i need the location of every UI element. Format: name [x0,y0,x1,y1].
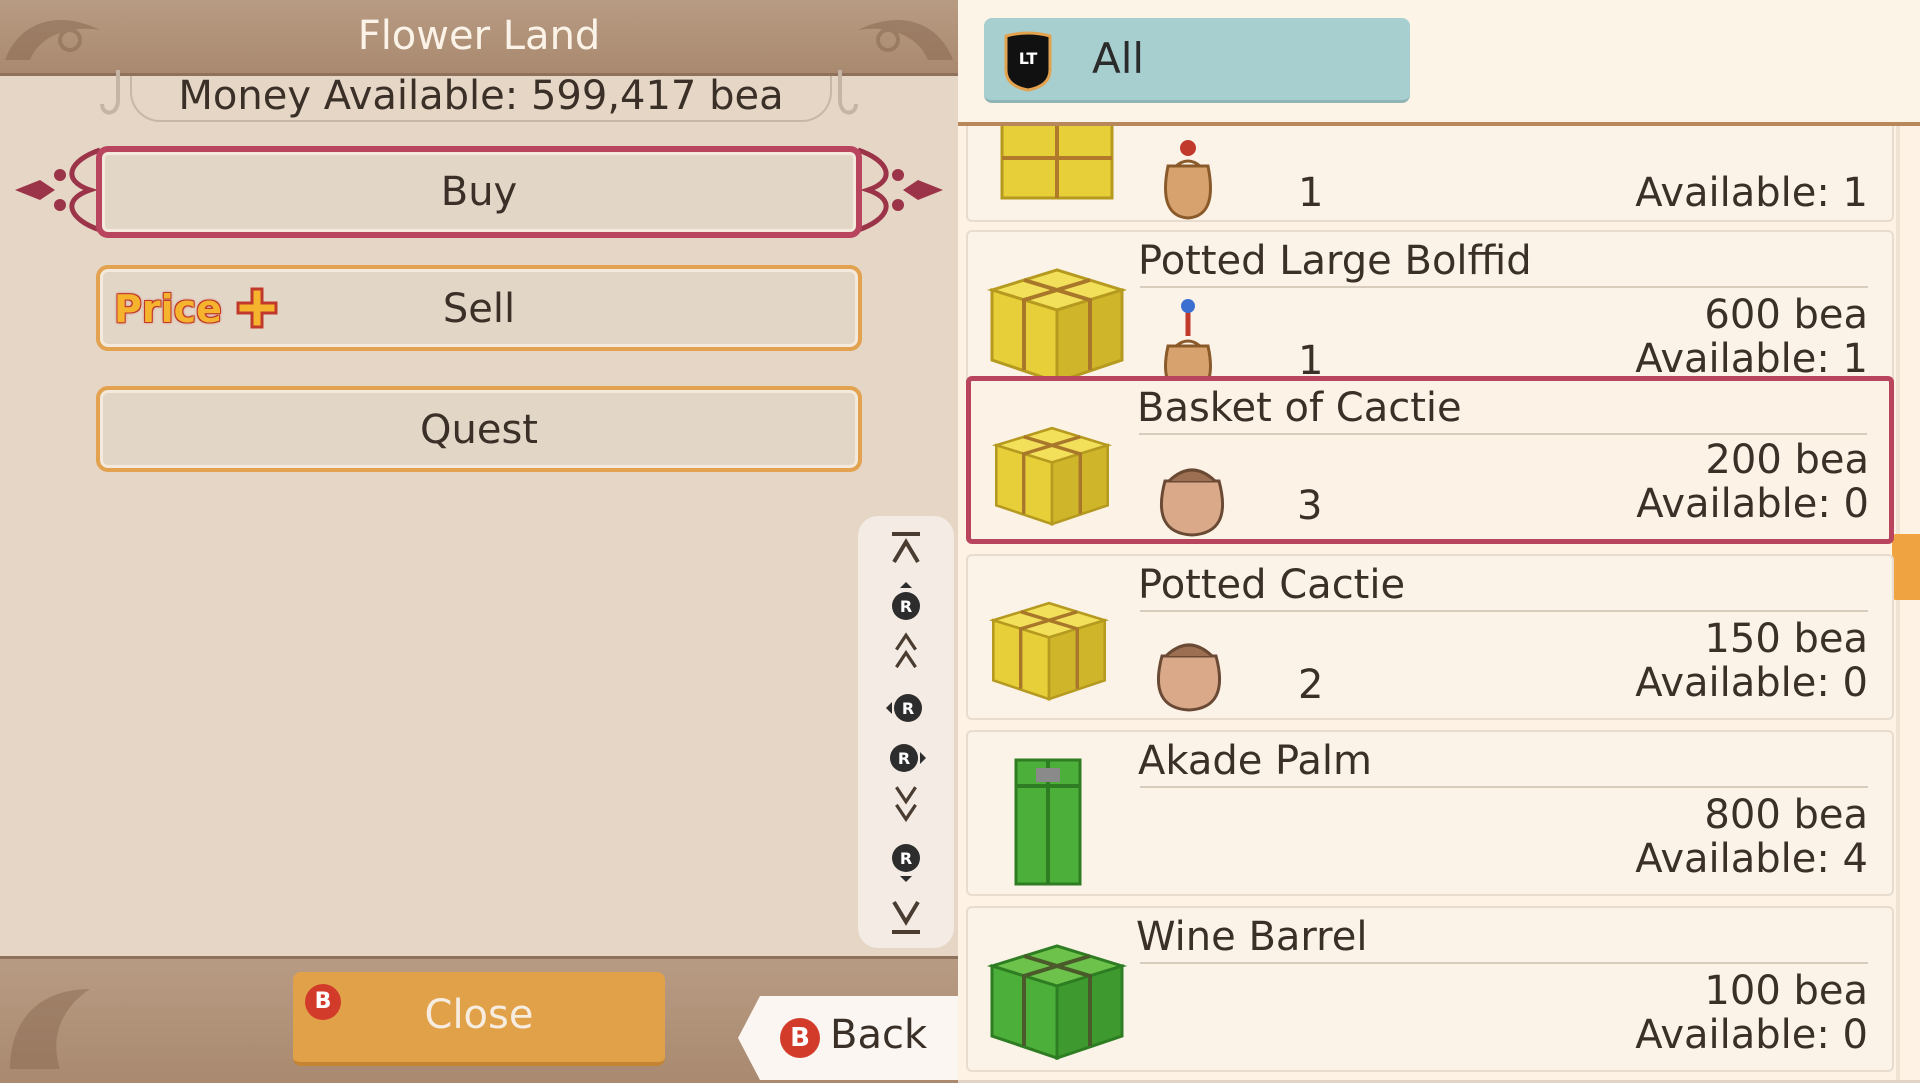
divider [1139,433,1867,435]
item-list: 1 Available: 1 Potted Large Bolffid 600 … [958,126,1920,1080]
item-quantity: 3 [1297,483,1323,529]
seed-bag-icon [1160,468,1224,537]
item-available: Available: 0 [1636,481,1869,527]
lt-trigger-icon: LT [1004,31,1052,92]
item-name: Potted Cactie [1138,562,1406,608]
item-available: Available: 0 [1635,660,1868,706]
list-item[interactable]: 1 Available: 1 [966,126,1894,222]
gift-box-icon [991,426,1113,526]
title-bar: Flower Land [0,0,958,76]
item-price: 600 bea [1704,292,1868,338]
item-name: Basket of Cactie [1137,385,1462,431]
item-name: Potted Large Bolffid [1138,238,1532,284]
r-stick-right-icon[interactable]: R [886,738,926,778]
scroll-bottom-icon[interactable] [886,896,926,936]
filter-header: LT All [958,0,1920,126]
item-price: 200 bea [1705,437,1869,483]
gift-box-icon [986,944,1128,1061]
price-bonus-badge: Price [114,287,222,331]
r-stick-left-icon[interactable]: R [886,688,926,728]
back-button[interactable]: B Back [738,996,958,1080]
svg-text:R: R [902,699,914,718]
lt-key-label: LT [1019,49,1038,68]
sell-label: Sell [442,286,516,332]
shop-title: Flower Land [357,13,601,59]
right-flourish-icon [858,147,943,233]
item-list-panel: LT All 1 Available: 1 Potted Large Bolff… [958,0,1920,1080]
svg-text:R: R [900,849,912,868]
item-price: 150 bea [1704,616,1868,662]
svg-text:R: R [900,597,912,616]
list-item-selected[interactable]: Basket of Cactie 200 bea 3 Available: 0 [966,376,1894,544]
page-down-icon[interactable] [886,784,926,824]
r-stick-up-icon[interactable]: R [886,582,926,622]
list-item[interactable]: Wine Barrel 100 bea Available: 0 [966,906,1894,1072]
item-available: Available: 4 [1635,836,1868,882]
divider [1140,286,1868,288]
close-button[interactable]: B Close [293,972,665,1066]
divider [1140,786,1868,788]
money-available: Money Available: 599,417 bea [130,76,832,122]
item-price: 100 bea [1704,968,1868,1014]
divider [1140,610,1868,612]
page-up-icon[interactable] [886,632,926,672]
item-available: Available: 1 [1635,170,1868,216]
back-label: Back [830,1012,928,1058]
sell-button[interactable]: Price Sell [96,265,862,351]
item-available: Available: 0 [1635,1012,1868,1058]
r-stick-down-icon[interactable]: R [886,842,926,882]
plus-icon [236,287,278,329]
buy-button[interactable]: Buy [96,146,862,238]
shop-menu-panel: Flower Land Money Available: 599,417 bea… [0,0,958,1083]
list-item[interactable]: Akade Palm 800 bea Available: 4 [966,730,1894,896]
gift-box-icon [1014,758,1082,886]
gift-box-icon [986,268,1128,385]
b-button-icon: B [780,1018,820,1058]
corner-ornament-icon [10,989,90,1069]
list-item[interactable]: Potted Cactie 150 bea 2 Available: 0 [966,554,1894,720]
item-price: 800 bea [1704,792,1868,838]
item-quantity: 1 [1298,170,1324,216]
seed-bag-icon [1164,140,1212,220]
scroll-controls: R R R R [858,516,954,948]
left-flourish-icon [15,147,100,233]
filter-label: All [1092,34,1145,83]
quest-button[interactable]: Quest [96,386,862,472]
item-name: Akade Palm [1138,738,1372,784]
buy-label: Buy [440,169,518,215]
item-quantity: 2 [1298,662,1324,708]
b-button-icon: B [305,984,341,1020]
close-label: Close [424,992,534,1038]
list-item[interactable]: Potted Large Bolffid 600 bea 1 Available… [966,230,1894,396]
item-name: Wine Barrel [1136,914,1368,960]
gift-box-icon [988,601,1110,701]
divider [1140,962,1868,964]
svg-text:R: R [898,749,910,768]
gift-box-icon [1000,126,1114,200]
quest-label: Quest [420,407,538,453]
category-filter[interactable]: LT All [984,18,1410,103]
scroll-top-icon[interactable] [886,530,926,570]
seed-bag-icon [1157,643,1221,712]
